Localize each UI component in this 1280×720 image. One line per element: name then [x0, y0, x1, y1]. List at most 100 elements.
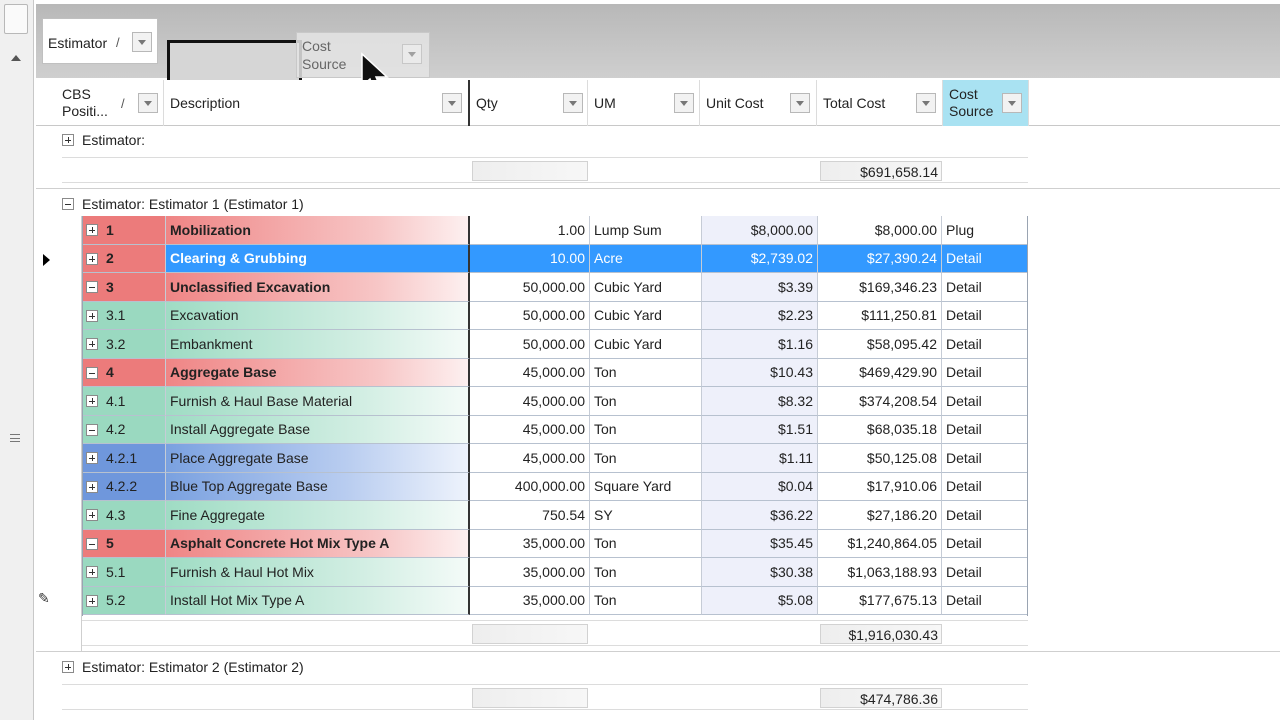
total-cost-cell[interactable]: $50,125.08 [818, 444, 942, 473]
group-row-estimator-2[interactable]: Estimator: Estimator 2 (Estimator 2) [62, 654, 304, 680]
cost-source-cell[interactable]: Detail [942, 330, 1028, 359]
table-row[interactable]: 2 Clearing & Grubbing 10.00 Acre $2,739.02 $2… [82, 244, 1028, 273]
cost-source-cell[interactable]: Detail [942, 273, 1028, 302]
um-cell[interactable]: Ton [590, 586, 702, 615]
description-cell[interactable]: Furnish & Haul Hot Mix [166, 558, 470, 587]
group-chip-dropdown-button[interactable] [132, 32, 152, 52]
um-cell[interactable]: Ton [590, 444, 702, 473]
collapse-minus-icon[interactable] [86, 423, 98, 436]
total-cost-cell[interactable]: $17,910.06 [818, 472, 942, 501]
table-row[interactable]: 4 Aggregate Base 45,000.00 Ton $10.43 $469,42… [82, 358, 1028, 387]
description-cell[interactable]: Fine Aggregate [166, 501, 470, 530]
total-cost-filter-button[interactable] [916, 93, 936, 113]
total-cost-cell[interactable]: $68,035.18 [818, 415, 942, 444]
description-filter-button[interactable] [442, 93, 462, 113]
collapse-minus-icon[interactable] [86, 281, 98, 293]
um-cell[interactable]: SY [590, 501, 702, 530]
panel-tab-button[interactable] [4, 4, 28, 34]
description-cell[interactable]: Embankment [166, 330, 470, 359]
unit-cost-cell[interactable]: $35.45 [702, 529, 818, 558]
table-row[interactable]: 3 Unclassified Excavation 50,000.00 Cubic Y… [82, 273, 1028, 302]
description-cell[interactable]: Clearing & Grubbing [166, 244, 470, 273]
description-cell[interactable]: Excavation [166, 301, 470, 330]
collapse-minus-icon[interactable] [86, 366, 98, 379]
um-cell[interactable]: Square Yard [590, 472, 702, 501]
cost-source-cell[interactable]: Detail [942, 558, 1028, 587]
unit-cost-cell[interactable]: $36.22 [702, 501, 818, 530]
um-cell[interactable]: Acre [590, 244, 702, 273]
table-row[interactable]: 4.1 Furnish & Haul Base Material 45,000.00… [82, 387, 1028, 416]
cbs-filter-button[interactable] [138, 93, 158, 113]
table-row[interactable]: 4.2 Install Aggregate Base 45,000.00 Ton $1.… [82, 415, 1028, 444]
um-cell[interactable]: Ton [590, 529, 702, 558]
total-cost-cell[interactable]: $469,429.90 [818, 358, 942, 387]
unit-cost-cell[interactable]: $0.04 [702, 472, 818, 501]
table-row[interactable]: 5.1 Furnish & Haul Hot Mix 35,000.00 Ton $30… [82, 558, 1028, 587]
qty-cell[interactable]: 50,000.00 [470, 301, 590, 330]
description-cell[interactable]: Install Hot Mix Type A [166, 586, 470, 615]
expand-plus-icon[interactable] [86, 395, 98, 407]
total-cost-cell[interactable]: $177,675.13 [818, 586, 942, 615]
group-row-estimator-1[interactable]: Estimator: Estimator 1 (Estimator 1) [62, 191, 304, 217]
description-cell[interactable]: Asphalt Concrete Hot Mix Type A [166, 529, 470, 558]
description-cell[interactable]: Aggregate Base [166, 358, 470, 387]
unit-cost-cell[interactable]: $2,739.02 [702, 244, 818, 273]
qty-cell[interactable]: 35,000.00 [470, 586, 590, 615]
unit-cost-cell[interactable]: $8.32 [702, 387, 818, 416]
cost-source-cell[interactable]: Detail [942, 415, 1028, 444]
table-row[interactable]: 4.3 Fine Aggregate 750.54 SY $36.22 $27,186.2… [82, 501, 1028, 530]
splitter-grip-icon[interactable] [10, 434, 20, 442]
table-row[interactable]: 5 Asphalt Concrete Hot Mix Type A 35,000.0… [82, 529, 1028, 558]
cost-source-cell[interactable]: Detail [942, 244, 1028, 273]
total-cost-cell[interactable]: $8,000.00 [818, 216, 942, 245]
cost-source-cell[interactable]: Detail [942, 501, 1028, 530]
description-cell[interactable]: Unclassified Excavation [166, 273, 470, 302]
description-cell[interactable]: Furnish & Haul Base Material [166, 387, 470, 416]
expand-plus-icon[interactable] [86, 509, 98, 521]
expand-plus-icon[interactable] [86, 594, 98, 607]
unit-cost-cell[interactable]: $30.38 [702, 558, 818, 587]
um-cell[interactable]: Ton [590, 415, 702, 444]
cost-source-filter-button[interactable] [1002, 93, 1022, 113]
unit-cost-cell[interactable]: $1.16 [702, 330, 818, 359]
unit-cost-cell[interactable]: $3.39 [702, 273, 818, 302]
unit-cost-cell[interactable]: $1.51 [702, 415, 818, 444]
unit-cost-cell[interactable]: $5.08 [702, 586, 818, 615]
qty-cell[interactable]: 35,000.00 [470, 558, 590, 587]
table-row[interactable]: 4.2.1 Place Aggregate Base 45,000.00 Ton $1.… [82, 444, 1028, 473]
total-cost-cell[interactable]: $58,095.42 [818, 330, 942, 359]
qty-cell[interactable]: 750.54 [470, 501, 590, 530]
cost-source-cell[interactable]: Detail [942, 586, 1028, 615]
qty-cell[interactable]: 50,000.00 [470, 330, 590, 359]
scroll-up-arrow-icon[interactable] [11, 55, 21, 61]
total-cost-cell[interactable]: $169,346.23 [818, 273, 942, 302]
qty-cell[interactable]: 50,000.00 [470, 273, 590, 302]
qty-cell[interactable]: 400,000.00 [470, 472, 590, 501]
table-row[interactable]: 3.2 Embankment 50,000.00 Cubic Yard $1.16 $58… [82, 330, 1028, 359]
qty-cell[interactable]: 1.00 [470, 216, 590, 245]
um-cell[interactable]: Ton [590, 387, 702, 416]
unit-cost-cell[interactable]: $10.43 [702, 358, 818, 387]
unit-cost-filter-button[interactable] [790, 93, 810, 113]
table-row[interactable]: 4.2.2 Blue Top Aggregate Base 400,000.00 Sq… [82, 472, 1028, 501]
cost-source-cell[interactable]: Detail [942, 358, 1028, 387]
description-cell[interactable]: Blue Top Aggregate Base [166, 472, 470, 501]
unit-cost-cell[interactable]: $8,000.00 [702, 216, 818, 245]
expand-plus-icon[interactable] [62, 134, 74, 146]
expand-plus-icon[interactable] [86, 452, 98, 464]
cost-source-cell[interactable]: Detail [942, 444, 1028, 473]
qty-cell[interactable]: 10.00 [470, 244, 590, 273]
table-row[interactable]: 1 Mobilization 1.00 Lump Sum $8,000.00 $8,000… [82, 216, 1028, 245]
expand-plus-icon[interactable] [86, 224, 98, 236]
cost-source-cell[interactable]: Plug [942, 216, 1028, 245]
um-cell[interactable]: Ton [590, 358, 702, 387]
description-cell[interactable]: Mobilization [166, 216, 470, 245]
total-cost-cell[interactable]: $27,186.20 [818, 501, 942, 530]
total-cost-cell[interactable]: $374,208.54 [818, 387, 942, 416]
total-cost-cell[interactable]: $1,240,864.05 [818, 529, 942, 558]
qty-cell[interactable]: 35,000.00 [470, 529, 590, 558]
qty-cell[interactable]: 45,000.00 [470, 415, 590, 444]
group-row-estimator[interactable]: Estimator: [62, 127, 145, 153]
um-cell[interactable]: Cubic Yard [590, 273, 702, 302]
qty-cell[interactable]: 45,000.00 [470, 387, 590, 416]
